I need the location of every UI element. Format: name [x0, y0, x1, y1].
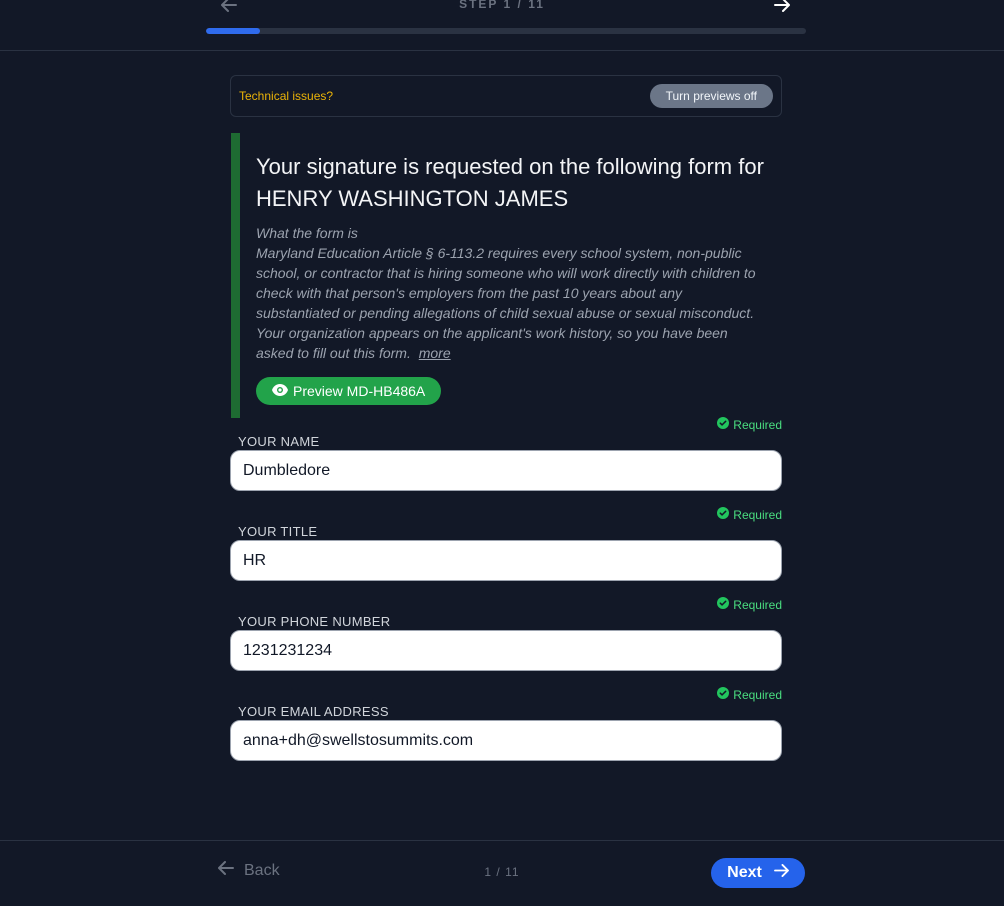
- name-input[interactable]: [230, 450, 782, 491]
- forward-arrow-icon[interactable]: [771, 0, 793, 15]
- phone-input[interactable]: [230, 630, 782, 671]
- form-description-text: Maryland Education Article § 6-113.2 req…: [256, 245, 756, 361]
- email-label: YOUR EMAIL ADDRESS: [238, 704, 389, 719]
- step-indicator: STEP 1 / 11: [459, 0, 545, 11]
- required-label: Required: [733, 687, 782, 702]
- preview-form-label: Preview MD-HB486A: [293, 383, 426, 399]
- check-circle-icon: [717, 417, 730, 432]
- required-indicator: Required: [717, 507, 782, 522]
- check-circle-icon: [717, 507, 730, 522]
- forward-arrow-icon: [773, 864, 789, 882]
- required-label: Required: [733, 507, 782, 522]
- tech-issues-bar: Technical issues? Turn previews off: [230, 75, 782, 117]
- form-description-heading: What the form is: [256, 225, 358, 241]
- required-indicator: Required: [717, 417, 782, 432]
- form-description: Maryland Education Article § 6-113.2 req…: [256, 243, 766, 363]
- required-indicator: Required: [717, 687, 782, 702]
- next-label: Next: [727, 864, 762, 881]
- progress-fill: [206, 28, 260, 34]
- check-circle-icon: [717, 687, 730, 702]
- turn-previews-off-button[interactable]: Turn previews off: [649, 84, 773, 108]
- check-circle-icon: [717, 597, 730, 612]
- required-indicator: Required: [717, 597, 782, 612]
- page-counter: 1 / 11: [484, 865, 520, 879]
- title-input[interactable]: [230, 540, 782, 581]
- name-label: YOUR NAME: [238, 434, 320, 449]
- signature-request-card: Your signature is requested on the follo…: [231, 133, 771, 418]
- required-label: Required: [733, 597, 782, 612]
- progress-bar: [206, 28, 806, 34]
- technical-issues-link[interactable]: Technical issues?: [239, 89, 333, 103]
- eye-icon: [272, 383, 288, 399]
- next-button[interactable]: Next: [711, 858, 805, 888]
- top-bar: STEP 1 / 11: [0, 0, 1004, 51]
- signature-title: Your signature is requested on the follo…: [256, 154, 764, 211]
- preview-form-button[interactable]: Preview MD-HB486A: [256, 377, 442, 405]
- bottom-nav-bar: Back 1 / 11 Next: [0, 840, 1004, 906]
- phone-label: YOUR PHONE NUMBER: [238, 614, 391, 629]
- more-link[interactable]: more: [419, 345, 451, 361]
- email-input[interactable]: [230, 720, 782, 761]
- required-label: Required: [733, 417, 782, 432]
- title-label: YOUR TITLE: [238, 524, 318, 539]
